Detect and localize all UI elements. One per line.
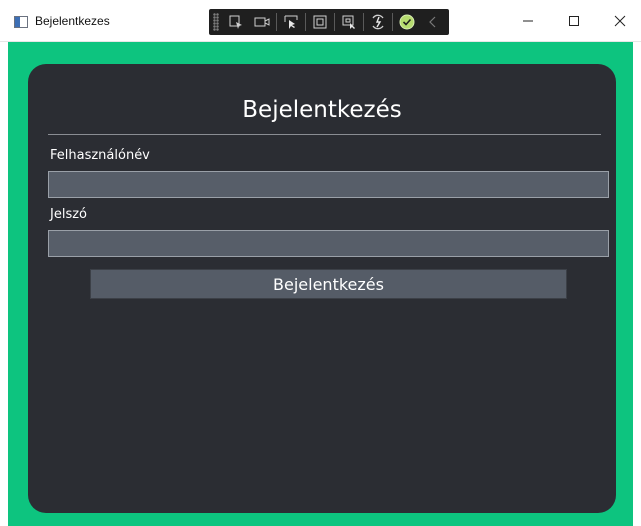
divider xyxy=(48,134,601,135)
toolbar-separator xyxy=(334,13,335,31)
track-focus-icon[interactable] xyxy=(336,9,362,35)
window-client-area: Bejelentkezés Felhasználónév Jelszó Beje… xyxy=(8,42,633,526)
toolbar-separator xyxy=(363,13,364,31)
maximize-icon xyxy=(569,16,579,26)
minimize-button[interactable] xyxy=(505,0,551,42)
select-element-icon[interactable] xyxy=(223,9,249,35)
toolbar-grip-icon[interactable] xyxy=(213,13,219,31)
window-title: Bejelentkezes xyxy=(35,14,110,28)
layout-icon[interactable] xyxy=(307,9,333,35)
camera-icon[interactable] xyxy=(249,9,275,35)
chevron-left-icon[interactable] xyxy=(420,9,446,35)
title-bar: Bejelentkezes xyxy=(0,0,641,42)
username-input[interactable] xyxy=(48,171,609,198)
close-button[interactable] xyxy=(597,0,641,42)
minimize-icon xyxy=(523,20,533,22)
toolbar-separator xyxy=(276,13,277,31)
debug-toolbar xyxy=(209,9,449,35)
close-icon xyxy=(614,15,626,27)
password-label: Jelszó xyxy=(50,207,87,222)
maximize-button[interactable] xyxy=(551,0,597,42)
toolbar-separator xyxy=(392,13,393,31)
password-input[interactable] xyxy=(48,230,609,257)
app-icon xyxy=(14,16,28,28)
toolbar-separator xyxy=(305,13,306,31)
pointer-icon[interactable] xyxy=(278,9,304,35)
login-button[interactable]: Bejelentkezés xyxy=(90,269,567,299)
page-title: Bejelentkezés xyxy=(242,97,402,123)
hot-reload-icon[interactable] xyxy=(365,9,391,35)
login-panel: Bejelentkezés Felhasználónév Jelszó Beje… xyxy=(28,64,616,513)
check-icon[interactable] xyxy=(394,9,420,35)
username-label: Felhasználónév xyxy=(50,148,150,163)
